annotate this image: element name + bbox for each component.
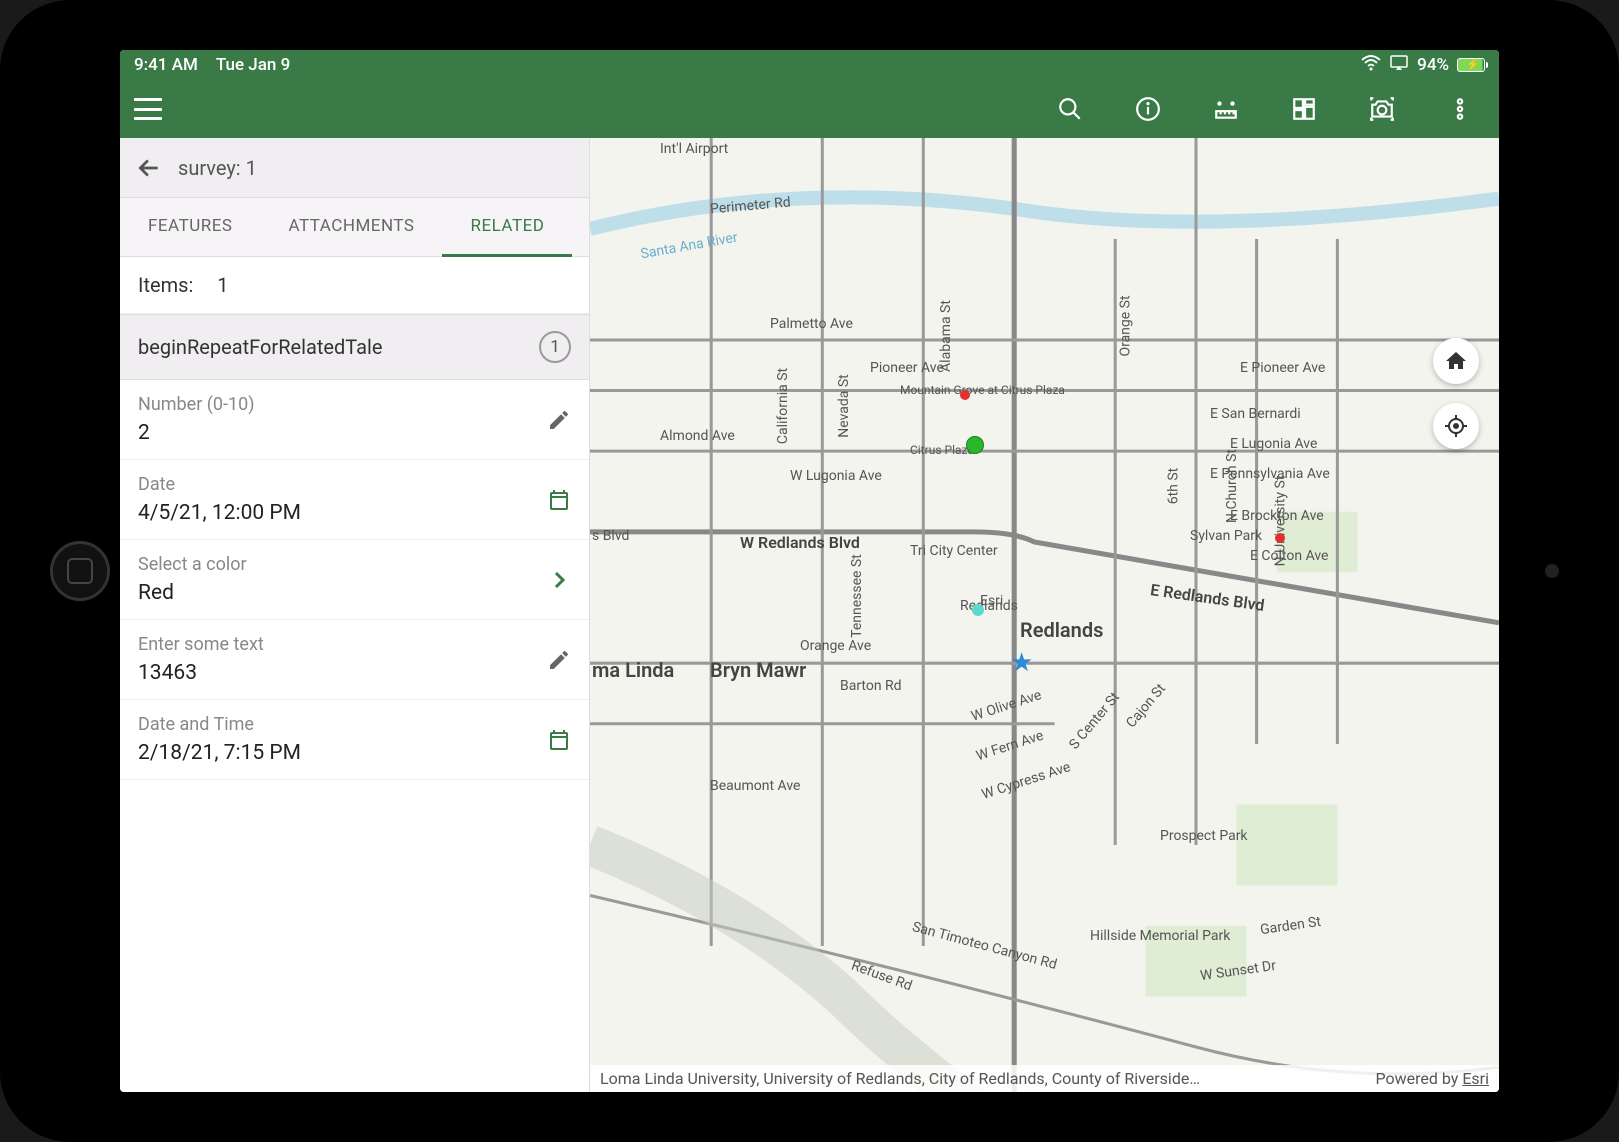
map-label: E Colton Ave [1250,548,1328,564]
locate-button[interactable] [1433,403,1479,449]
map-label: Sylvan Park [1190,528,1250,544]
calendar-icon[interactable] [547,488,571,512]
edit-icon[interactable] [547,408,571,432]
status-bar: 9:41 AM Tue Jan 9 94% ⚡ [120,50,1499,80]
map-label: E Pioneer Ave [1240,360,1325,376]
tabs: FEATURES ATTACHMENTS RELATED [120,198,589,257]
home-map-button[interactable] [1433,338,1479,384]
status-date: Tue Jan 9 [216,55,290,75]
field-value: 2/18/21, 7:15 PM [138,741,547,765]
map-label: Pioneer Ave [870,360,944,376]
screen: 9:41 AM Tue Jan 9 94% ⚡ [120,50,1499,1092]
map-label: N Church St [1224,449,1240,523]
battery-icon: ⚡ [1457,58,1485,72]
field-label: Enter some text [138,634,547,655]
search-icon[interactable] [1057,96,1083,122]
field-value: Red [138,581,547,605]
measure-icon[interactable] [1213,96,1239,122]
field-label: Date [138,474,547,495]
map-label: Esri [980,593,1003,609]
field-text: Enter some text 13463 [120,620,589,700]
field-label: Select a color [138,554,547,575]
overflow-icon[interactable] [1447,96,1473,122]
field-label: Date and Time [138,714,547,735]
battery-pct: 94% [1417,55,1449,75]
items-count-row: Items: 1 [120,257,589,314]
map-label: 6th St [1165,468,1181,505]
field-date: Date 4/5/21, 12:00 PM [120,460,589,540]
menu-button[interactable] [134,98,162,120]
map-label: Palmetto Ave [770,316,853,332]
map-label: s Blvd [592,528,629,544]
related-group-row[interactable]: beginRepeatForRelatedTale 1 [120,314,589,380]
home-button[interactable] [50,541,110,601]
map-label: Int'l Airport [660,141,728,157]
map-label: Alabama St [938,300,954,372]
items-label: Items: [138,273,193,297]
map-label: Beaumont Ave [710,778,800,794]
map-label: Almond Ave [660,428,735,444]
chevron-right-icon[interactable] [547,568,571,592]
group-name: beginRepeatForRelatedTale [138,335,382,359]
back-button[interactable] [136,155,162,181]
sidebar-panel: survey: 1 FEATURES ATTACHMENTS RELATED I… [120,138,590,1092]
esri-link[interactable]: Esri [1462,1069,1489,1088]
map-point-green[interactable] [966,436,984,454]
ipad-frame: 9:41 AM Tue Jan 9 94% ⚡ [0,0,1619,1142]
field-value: 2 [138,421,547,445]
map-label: Orange St [1118,295,1134,356]
panel-title: survey: 1 [178,156,257,180]
map-label: Redlands [1020,618,1103,642]
tab-attachments[interactable]: ATTACHMENTS [260,198,442,256]
map-label: Barton Rd [840,678,902,694]
field-label: Number (0-10) [138,394,547,415]
map-point-red[interactable] [1275,533,1285,543]
map-view[interactable]: Int'l Airport Perimeter Rd Santa Ana Riv… [590,138,1499,1092]
app-bar [120,80,1499,138]
map-label: E San Bernardi [1210,406,1301,422]
tab-related[interactable]: RELATED [442,198,572,257]
map-label: Nevada St [836,374,852,438]
map-label: California St [775,368,791,444]
field-value: 13463 [138,661,547,685]
field-value: 4/5/21, 12:00 PM [138,501,547,525]
map-label: W Lugonia Ave [790,468,882,484]
tab-features[interactable]: FEATURES [120,198,260,256]
map-point-star[interactable]: ★ [1010,648,1033,678]
calendar-icon[interactable] [547,728,571,752]
map-label: Prospect Park [1160,828,1230,844]
attribution-text: Loma Linda University, University of Red… [600,1069,1200,1088]
edit-icon[interactable] [547,648,571,672]
map-label: Hillside Memorial Park [1090,928,1170,944]
powered-by-label: Powered by [1376,1069,1463,1088]
info-icon[interactable] [1135,96,1161,122]
sidebar-header: survey: 1 [120,138,589,198]
dashboard-icon[interactable] [1291,96,1317,122]
field-color[interactable]: Select a color Red [120,540,589,620]
front-camera [1545,564,1559,578]
field-number: Number (0-10) 2 [120,380,589,460]
wifi-icon [1361,55,1381,76]
status-time: 9:41 AM [134,55,198,75]
items-count: 1 [217,273,228,297]
map-point-cyan[interactable] [972,604,984,616]
map-label: Citrus Plaza [910,443,970,457]
map-canvas [590,138,1499,1092]
map-label: W Redlands Blvd [740,533,860,552]
map-attribution: Loma Linda University, University of Red… [590,1065,1499,1092]
group-count-badge: 1 [539,331,571,363]
map-point-red[interactable] [960,390,970,400]
map-label: ma Linda [592,658,674,682]
map-label: Tri City Center [910,543,970,559]
field-datetime: Date and Time 2/18/21, 7:15 PM [120,700,589,780]
map-label: N University St [1272,476,1288,567]
map-label: Tennessee St [849,554,865,638]
camera-icon[interactable] [1369,96,1395,122]
map-label: E Lugonia Ave [1230,436,1317,452]
map-label: Bryn Mawr [710,658,806,682]
airplay-icon [1389,55,1409,76]
map-label: Orange Ave [800,638,871,654]
